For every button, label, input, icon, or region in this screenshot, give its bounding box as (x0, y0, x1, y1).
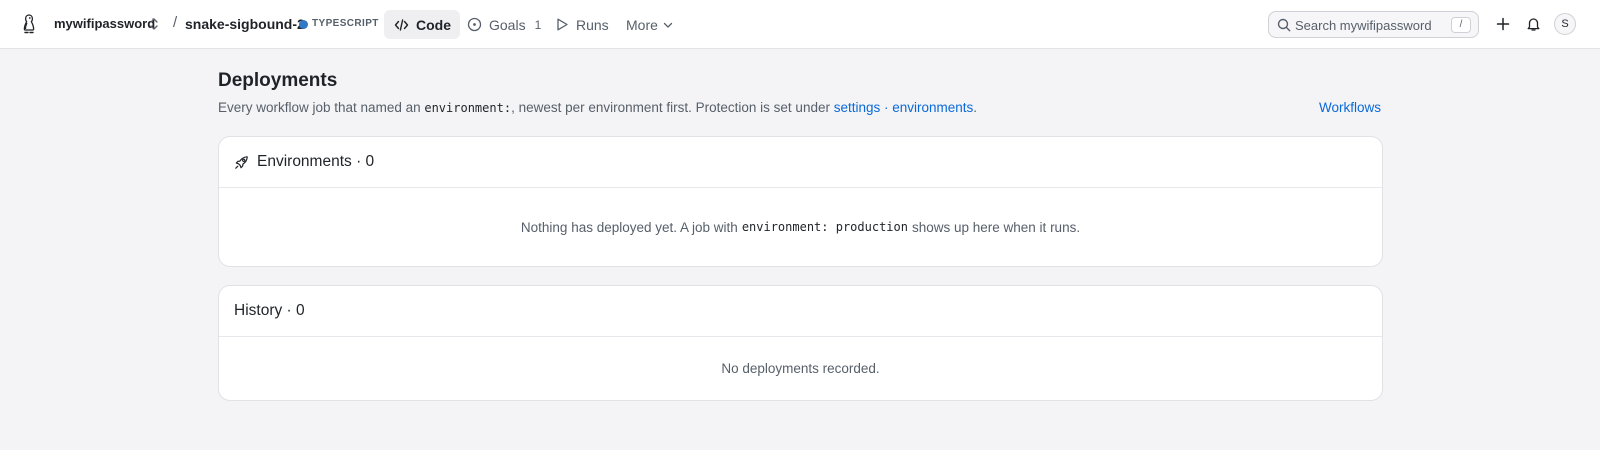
tab-runs[interactable]: Runs (555, 10, 609, 39)
description-end: . (973, 100, 978, 115)
history-title: History · 0 (234, 302, 305, 319)
tab-code[interactable]: Code (384, 10, 460, 39)
org-switcher-icon[interactable] (149, 17, 159, 31)
environments-link[interactable]: environments (892, 100, 973, 115)
language-label: TYPESCRIPT (312, 18, 379, 29)
chevron-down-icon (663, 22, 673, 28)
tab-more-label: More (626, 16, 658, 33)
search-input[interactable] (1295, 16, 1445, 34)
play-icon (557, 18, 568, 31)
history-empty-text: No deployments recorded. (721, 361, 880, 376)
top-navigation-bar: mywifipassword / snake-sigbound-2 TYPESC… (0, 0, 1600, 49)
environments-card: Environments · 0 Nothing has deployed ye… (218, 136, 1383, 267)
empty-text-2: shows up here when it runs. (911, 219, 1081, 235)
environments-title: Environments · 0 (257, 153, 375, 170)
description-text-2: , newest per environment first. Protecti… (511, 100, 834, 115)
org-name[interactable]: mywifipassword (54, 16, 155, 31)
tab-goals-label: Goals (489, 16, 526, 33)
tab-code-label: Code (416, 16, 451, 33)
description-code: environment: (424, 101, 512, 115)
tab-more[interactable]: More (626, 10, 673, 39)
avatar[interactable]: S (1554, 13, 1576, 35)
bell-icon[interactable] (1524, 15, 1542, 33)
environments-header: Environments · 0 (219, 137, 1382, 188)
code-icon (394, 18, 409, 31)
history-card: History · 0 No deployments recorded. (218, 285, 1383, 401)
environments-empty-state: Nothing has deployed yet. A job with env… (219, 188, 1382, 266)
settings-link[interactable]: settings (834, 100, 881, 115)
search-box[interactable]: / (1268, 11, 1479, 38)
penguin-logo-icon[interactable] (20, 13, 38, 35)
language-dot (299, 20, 308, 29)
goals-count-badge: 1 (534, 17, 542, 32)
empty-code: environment: production (741, 220, 908, 234)
history-header: History · 0 (219, 286, 1382, 337)
tab-goals[interactable]: Goals 1 (467, 10, 541, 39)
workflows-link[interactable]: Workflows (1319, 100, 1381, 115)
search-icon (1277, 18, 1291, 32)
circle-dot-icon (467, 17, 482, 32)
description-text-1: Every workflow job that named an (218, 100, 425, 115)
history-empty-state: No deployments recorded. (219, 337, 1382, 400)
breadcrumb-separator: / (173, 14, 178, 31)
tab-runs-label: Runs (576, 16, 609, 33)
plus-icon[interactable] (1494, 15, 1512, 33)
link-separator: · (880, 100, 893, 115)
page-description: Every workflow job that named an environ… (218, 100, 977, 115)
empty-text-1: Nothing has deployed yet. A job with (520, 219, 738, 235)
search-shortcut-key: / (1451, 17, 1471, 33)
rocket-icon (235, 155, 248, 169)
repo-name[interactable]: snake-sigbound-2 (185, 16, 305, 32)
page-title: Deployments (218, 70, 338, 91)
